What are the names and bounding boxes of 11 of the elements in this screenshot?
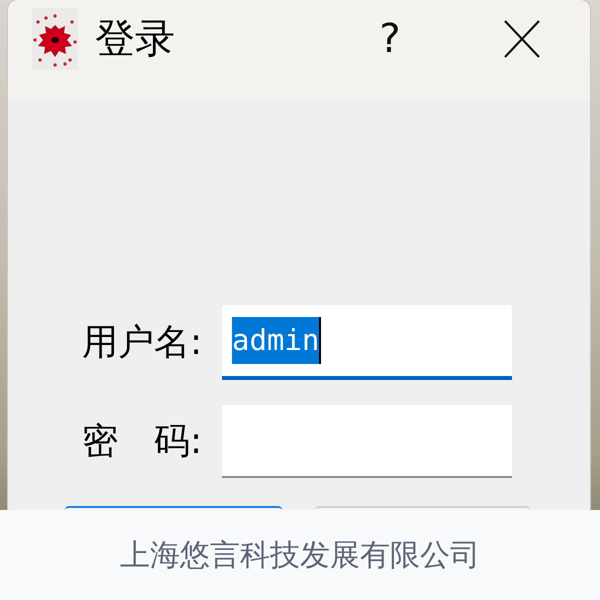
primary-button[interactable] <box>65 506 282 510</box>
window-title: 登录 <box>95 15 175 64</box>
field-label: 密 码: <box>82 420 204 464</box>
splat-icon <box>32 8 78 70</box>
close-icon <box>504 20 540 58</box>
password-field[interactable] <box>222 405 512 478</box>
text-cursor-icon <box>319 317 322 364</box>
company-name: 上海悠言科技发展有限公司 <box>120 536 480 574</box>
help-button[interactable]: ? <box>358 8 422 70</box>
field-label: 用户名: <box>82 320 204 364</box>
text-field[interactable]: admin <box>222 305 512 380</box>
